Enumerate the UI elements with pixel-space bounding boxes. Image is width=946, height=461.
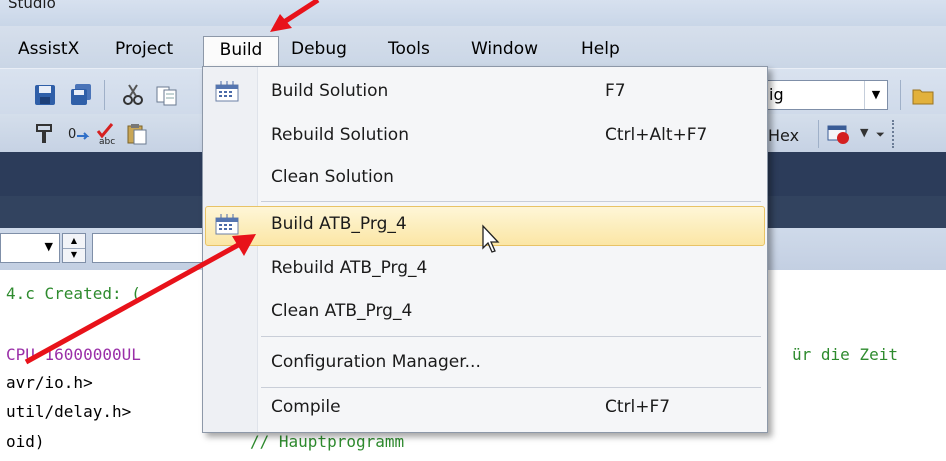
save-icon[interactable] [34, 84, 56, 106]
spin-down-icon[interactable]: ▼ [63, 248, 85, 262]
toolbar-separator [104, 80, 105, 110]
build-project-icon [215, 214, 239, 236]
configuration-combo-value: ig [769, 85, 784, 104]
window-title: Studio [8, 0, 56, 12]
chevron-down-icon[interactable]: ▼ [45, 240, 53, 253]
type-combo[interactable]: ▼ [0, 233, 60, 263]
step-icon[interactable]: 0 [68, 123, 90, 145]
menu-tools[interactable]: Tools [384, 36, 434, 64]
chevron-down-icon[interactable]: ▼ [860, 126, 868, 139]
build-solution-icon [215, 81, 239, 103]
menu-separator [261, 336, 761, 337]
menu-item-build-solution[interactable]: Build Solution F7 [205, 73, 765, 113]
code-line: 4.c Created: ( [6, 284, 141, 303]
menu-item-clean-solution[interactable]: Clean Solution [205, 159, 765, 199]
toolbar-separator [900, 80, 901, 110]
spin-up-icon[interactable]: ▲ [63, 234, 85, 249]
menu-separator [261, 387, 761, 388]
title-bar: Studio [0, 0, 946, 26]
svg-text:0: 0 [68, 127, 76, 142]
menu-separator [261, 201, 761, 202]
svg-text:abc: abc [99, 137, 115, 145]
menu-window[interactable]: Window [467, 36, 542, 64]
code-comment: // Hauptprogramm [250, 432, 405, 451]
chevron-down-icon[interactable]: ▼ [864, 81, 887, 109]
paste-icon[interactable] [126, 123, 148, 145]
member-combo[interactable] [92, 233, 212, 263]
toolbar-separator [818, 120, 819, 148]
code-line: util/delay.h> [6, 402, 132, 421]
menu-help[interactable]: Help [577, 36, 624, 64]
cut-icon[interactable] [122, 84, 144, 106]
menu-item-rebuild-solution[interactable]: Rebuild Solution Ctrl+Alt+F7 [205, 117, 765, 157]
save-all-icon[interactable] [70, 84, 92, 106]
configuration-combo[interactable]: ig ▼ [760, 80, 888, 110]
open-folder-icon[interactable] [912, 84, 934, 106]
menu-debug[interactable]: Debug [287, 36, 351, 64]
spin-button[interactable]: ▲ ▼ [62, 233, 86, 263]
menu-assistx[interactable]: AssistX [14, 36, 83, 64]
toolbar-overflow-icon[interactable]: ⏷ [876, 128, 885, 142]
menu-item-compile[interactable]: Compile Ctrl+F7 [205, 389, 765, 429]
tool-icon[interactable] [34, 123, 56, 145]
spell-check-icon[interactable]: abc [96, 123, 118, 147]
copy-icon[interactable] [156, 84, 178, 106]
menu-item-configuration-manager[interactable]: Configuration Manager... [205, 344, 765, 384]
breakpoint-icon[interactable] [826, 122, 856, 144]
toolbar-grip[interactable] [892, 120, 897, 148]
code-line: ür die Zeit [792, 345, 898, 364]
menu-item-rebuild-project[interactable]: Rebuild ATB_Prg_4 [205, 250, 765, 290]
code-line: CPU 16000000UL [6, 345, 141, 364]
menu-build[interactable]: Build [203, 36, 279, 68]
hex-label[interactable]: Hex [768, 126, 799, 145]
menu-item-clean-project[interactable]: Clean ATB_Prg_4 [205, 293, 765, 333]
menu-project[interactable]: Project [111, 36, 177, 64]
mouse-cursor-icon [481, 224, 501, 254]
code-line: oid) [6, 432, 45, 451]
code-line: avr/io.h> [6, 373, 93, 392]
